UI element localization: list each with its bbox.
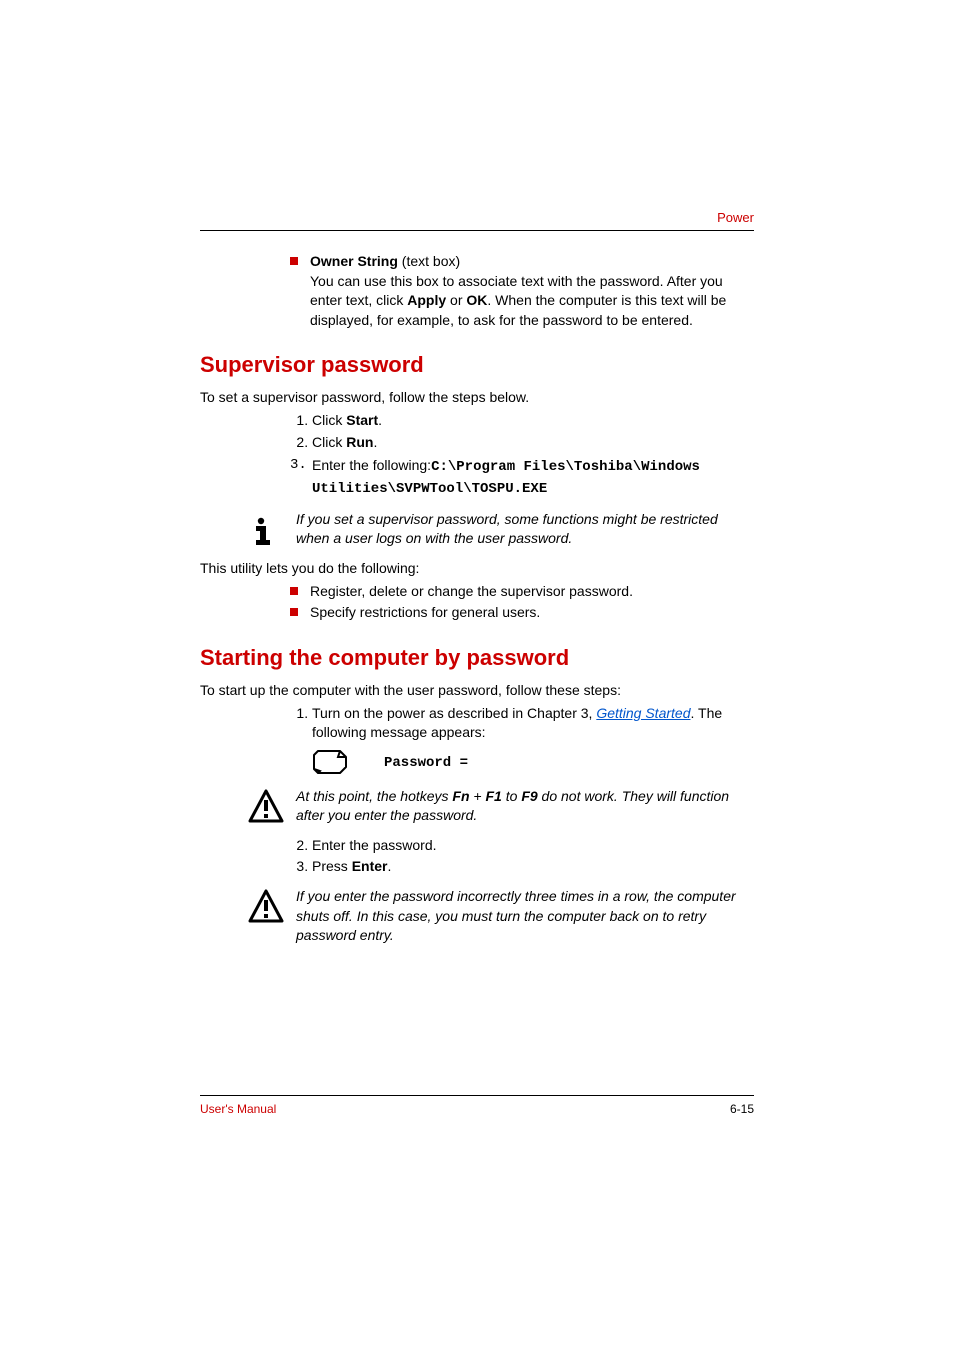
starting-steps-b: Enter the password. Press Enter. [290,836,754,877]
step1-post: . [378,412,382,428]
starting-intro: To start up the computer with the user p… [200,681,754,700]
starting-step-3: Press Enter. [312,857,754,877]
supervisor-step-2: Click Run. [312,433,754,453]
bullet-icon [290,587,298,595]
warning-1-text: At this point, the hotkeys Fn + F1 to F9… [296,787,754,826]
supervisor-intro: To set a supervisor password, follow the… [200,388,754,407]
st1-pre: Turn on the power as described in Chapte… [312,705,596,721]
w1-f1: F1 [486,788,502,804]
supervisor-bullet-2: Specify restrictions for general users. [290,603,754,623]
owner-string-title-rest: (text box) [398,253,460,269]
step3-pre: Enter the following: [312,457,431,473]
starting-step-2: Enter the password. [312,836,754,856]
st3-post: . [387,858,391,874]
supervisor-bullet-1: Register, delete or change the superviso… [290,582,754,602]
step3-body: Enter the following:C:\Program Files\Tos… [312,456,754,499]
warning-2-text: If you enter the password incorrectly th… [296,887,754,946]
step3-num: 3. [290,456,312,499]
info-icon [248,512,284,551]
st3-pre: Press [312,858,352,874]
header-section-label: Power [717,210,754,225]
w1-f9: F9 [521,788,537,804]
starting-steps-a: Turn on the power as described in Chapte… [290,704,754,743]
owner-string-mid: or [446,292,466,308]
getting-started-link[interactable]: Getting Started [596,705,690,721]
info-callout: If you set a supervisor password, some f… [248,510,754,551]
paper-icon [312,749,352,777]
starting-heading: Starting the computer by password [200,645,754,671]
footer-right: 6-15 [730,1102,754,1116]
starting-step-1: Turn on the power as described in Chapte… [312,704,754,743]
w1-plus: + [470,788,486,804]
supervisor-bullet-1-text: Register, delete or change the superviso… [310,582,754,602]
owner-string-apply: Apply [407,292,446,308]
page-content: Owner String (text box) You can use this… [200,250,754,954]
step2-post: . [373,434,377,450]
password-prompt-text: Password = [384,755,468,771]
password-prompt-block: Password = [312,749,754,777]
supervisor-steps: Click Start. Click Run. [290,411,754,452]
w1-pre: At this point, the hotkeys [296,788,452,804]
step2-bold: Run [346,434,373,450]
warning-icon [248,789,284,828]
bullet-icon [290,608,298,616]
supervisor-bullet-2-text: Specify restrictions for general users. [310,603,754,623]
footer-left: User's Manual [200,1102,276,1116]
info-text: If you set a supervisor password, some f… [296,510,754,549]
warning-callout-1: At this point, the hotkeys Fn + F1 to F9… [248,787,754,828]
footer-rule [200,1095,754,1096]
step1-bold: Start [346,412,378,428]
w1-fn: Fn [452,788,469,804]
owner-string-title-bold: Owner String [310,253,398,269]
utility-line: This utility lets you do the following: [200,559,754,578]
owner-string-text: Owner String (text box) You can use this… [310,252,754,330]
supervisor-step-3: 3. Enter the following:C:\Program Files\… [290,456,754,499]
warning-callout-2: If you enter the password incorrectly th… [248,887,754,946]
header-rule [200,230,754,231]
w1-mid: to [502,788,521,804]
supervisor-heading: Supervisor password [200,352,754,378]
st3-bold: Enter [352,858,388,874]
step2-pre: Click [312,434,346,450]
owner-string-bullet: Owner String (text box) You can use this… [290,252,754,330]
manual-page: Power Owner String (text box) You can us… [0,0,954,1351]
step1-pre: Click [312,412,346,428]
supervisor-step-1: Click Start. [312,411,754,431]
owner-string-ok: OK [466,292,487,308]
bullet-icon [290,257,298,265]
warning-icon [248,889,284,928]
